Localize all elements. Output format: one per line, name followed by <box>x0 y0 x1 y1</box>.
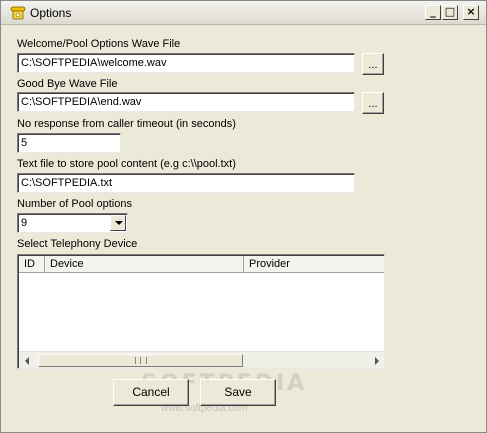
scroll-thumb[interactable] <box>38 354 243 367</box>
minimize-button[interactable]: _ <box>425 5 441 20</box>
welcome-wave-input[interactable]: C:\SOFTPEDIA\welcome.wav <box>17 53 355 73</box>
column-header-id[interactable]: ID <box>19 256 45 273</box>
cancel-button[interactable]: Cancel <box>113 379 189 406</box>
title-bar[interactable]: Options _ □ × <box>1 1 486 25</box>
goodbye-wave-input[interactable]: C:\SOFTPEDIA\end.wav <box>17 92 355 112</box>
welcome-browse-button[interactable]: ... <box>362 53 384 75</box>
pool-options-select[interactable]: 9 <box>17 213 128 233</box>
timeout-label: No response from caller timeout (in seco… <box>17 118 236 130</box>
save-button[interactable]: Save <box>200 379 276 406</box>
goodbye-wave-label: Good Bye Wave File <box>17 78 118 90</box>
pool-options-label: Number of Pool options <box>17 198 132 210</box>
close-icon: × <box>466 5 476 18</box>
textfile-label: Text file to store pool content (e.g c:\… <box>17 158 236 170</box>
minimize-icon: _ <box>430 5 436 18</box>
pool-options-value: 9 <box>21 217 28 229</box>
device-list-header: ID Device Provider <box>19 256 384 273</box>
window-title: Options <box>30 6 72 20</box>
device-list[interactable]: ID Device Provider <box>17 254 385 369</box>
maximize-button[interactable]: □ <box>442 5 458 20</box>
welcome-wave-label: Welcome/Pool Options Wave File <box>17 38 181 50</box>
scroll-right-icon[interactable] <box>375 357 379 365</box>
scroll-left-icon[interactable] <box>25 357 29 365</box>
telephone-icon <box>10 6 26 20</box>
options-window: Options _ □ × Welcome/Pool Options Wave … <box>0 0 487 433</box>
column-header-device[interactable]: Device <box>45 256 244 273</box>
maximize-icon: □ <box>444 5 456 18</box>
close-button[interactable]: × <box>463 5 479 20</box>
column-header-provider[interactable]: Provider <box>244 256 384 273</box>
timeout-input[interactable]: 5 <box>17 133 121 153</box>
textfile-input[interactable]: C:\SOFTPEDIA.txt <box>17 173 355 193</box>
device-label: Select Telephony Device <box>17 238 138 250</box>
goodbye-browse-button[interactable]: ... <box>362 92 384 114</box>
chevron-down-icon[interactable] <box>110 215 126 231</box>
grip-icon <box>135 357 147 364</box>
horizontal-scrollbar[interactable] <box>19 351 384 368</box>
